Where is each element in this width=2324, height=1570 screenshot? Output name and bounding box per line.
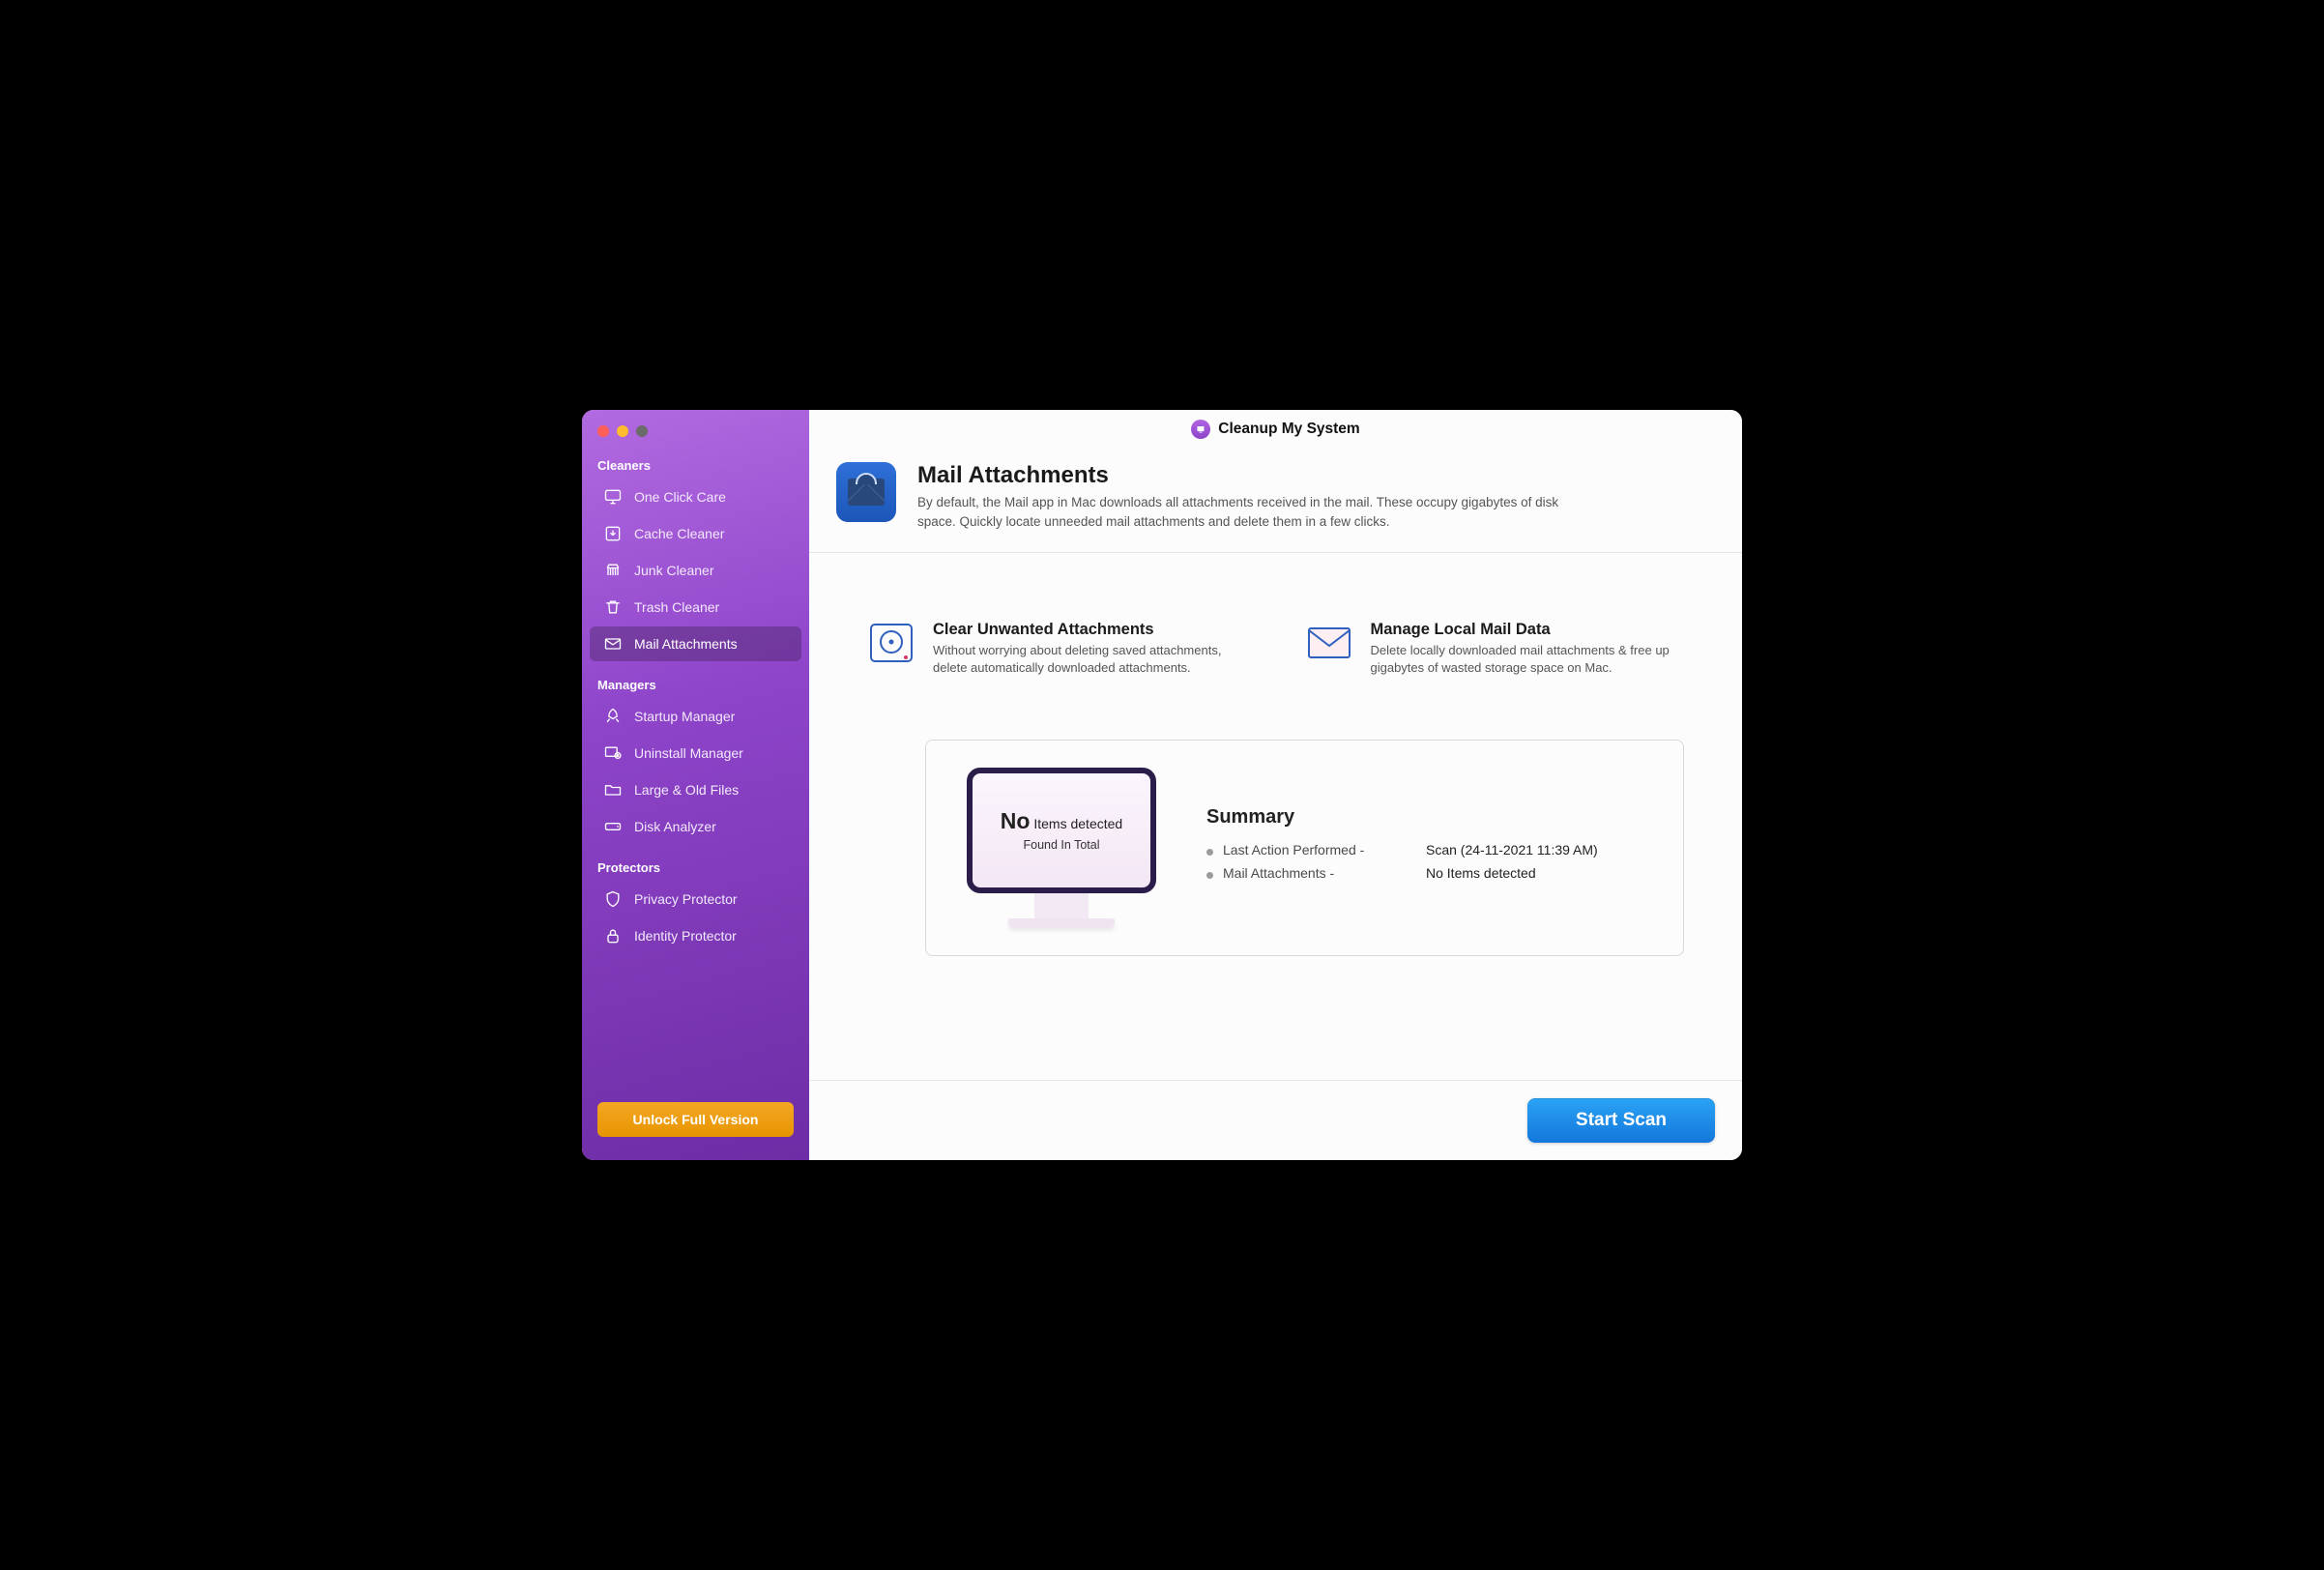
sidebar-item-identity-protector[interactable]: Identity Protector <box>590 918 801 953</box>
zoom-window-button[interactable] <box>636 425 648 437</box>
hdd-icon <box>867 621 915 665</box>
summary-row-label: Last Action Performed - <box>1223 842 1416 858</box>
page-title: Mail Attachments <box>917 462 1594 489</box>
sidebar: Cleaners One Click Care Cache Cleaner Ju… <box>582 410 809 1160</box>
sidebar-item-label: Cache Cleaner <box>634 526 724 541</box>
sidebar-item-label: Mail Attachments <box>634 636 738 652</box>
sidebar-item-one-click-care[interactable]: One Click Care <box>590 480 801 514</box>
sidebar-item-startup-manager[interactable]: Startup Manager <box>590 699 801 734</box>
app-logo-icon <box>1191 420 1210 439</box>
disk-icon <box>603 817 623 836</box>
feature-description: Delete locally downloaded mail attachmen… <box>1371 642 1685 677</box>
rocket-icon <box>603 707 623 726</box>
sidebar-section-managers: Managers <box>582 674 809 698</box>
summary-row-value: Scan (24-11-2021 11:39 AM) <box>1426 842 1598 858</box>
close-window-button[interactable] <box>597 425 609 437</box>
summary-info: Summary Last Action Performed - Scan (24… <box>1206 806 1644 888</box>
lock-icon <box>603 926 623 945</box>
sidebar-item-mail-attachments[interactable]: Mail Attachments <box>590 626 801 661</box>
sidebar-item-label: Disk Analyzer <box>634 819 716 834</box>
feature-title: Clear Unwanted Attachments <box>933 621 1247 639</box>
monitor-subline: Found In Total <box>1024 838 1100 852</box>
sidebar-section-cleaners: Cleaners <box>582 454 809 479</box>
sidebar-item-label: One Click Care <box>634 489 726 505</box>
mail-attachments-hero-icon <box>836 462 896 522</box>
summary-row-last-action: Last Action Performed - Scan (24-11-2021… <box>1206 842 1644 858</box>
sidebar-item-junk-cleaner[interactable]: Junk Cleaner <box>590 553 801 588</box>
sidebar-item-large-old-files[interactable]: Large & Old Files <box>590 772 801 807</box>
monitor-icon <box>603 487 623 507</box>
uninstall-icon <box>603 743 623 763</box>
sidebar-item-label: Trash Cleaner <box>634 599 719 615</box>
feature-description: Without worrying about deleting saved at… <box>933 642 1247 677</box>
footer: Start Scan <box>809 1080 1742 1160</box>
sidebar-item-uninstall-manager[interactable]: Uninstall Manager <box>590 736 801 770</box>
page-header: Mail Attachments By default, the Mail ap… <box>809 449 1742 553</box>
sidebar-item-cache-cleaner[interactable]: Cache Cleaner <box>590 516 801 551</box>
sidebar-item-label: Uninstall Manager <box>634 745 743 761</box>
sidebar-item-trash-cleaner[interactable]: Trash Cleaner <box>590 590 801 625</box>
feature-manage-local: Manage Local Mail Data Delete locally do… <box>1305 621 1685 677</box>
unlock-full-version-button[interactable]: Unlock Full Version <box>597 1102 794 1137</box>
sidebar-item-disk-analyzer[interactable]: Disk Analyzer <box>590 809 801 844</box>
sidebar-item-label: Privacy Protector <box>634 891 738 907</box>
download-box-icon <box>603 524 623 543</box>
sidebar-item-privacy-protector[interactable]: Privacy Protector <box>590 882 801 916</box>
minimize-window-button[interactable] <box>617 425 628 437</box>
title-bar: Cleanup My System <box>809 410 1742 449</box>
sidebar-item-label: Identity Protector <box>634 928 737 944</box>
page-header-text: Mail Attachments By default, the Mail ap… <box>917 462 1594 531</box>
bullet-icon <box>1206 849 1213 856</box>
trash-icon <box>603 597 623 617</box>
summary-row-label: Mail Attachments - <box>1223 865 1416 881</box>
features-row: Clear Unwanted Attachments Without worry… <box>809 553 1742 715</box>
summary-row-value: No Items detected <box>1426 865 1536 881</box>
monitor-screen: No Items detected Found In Total <box>967 768 1156 893</box>
app-window: Cleaners One Click Care Cache Cleaner Ju… <box>582 410 1742 1160</box>
bullet-icon <box>1206 872 1213 879</box>
summary-card: No Items detected Found In Total Summary… <box>925 740 1684 956</box>
sidebar-item-label: Large & Old Files <box>634 782 739 798</box>
feature-clear-unwanted: Clear Unwanted Attachments Without worry… <box>867 621 1247 677</box>
sidebar-item-label: Junk Cleaner <box>634 563 714 578</box>
mail-icon <box>603 634 623 654</box>
start-scan-button[interactable]: Start Scan <box>1527 1098 1715 1143</box>
main-content: Cleanup My System Mail Attachments By de… <box>809 410 1742 1160</box>
folder-icon <box>603 780 623 800</box>
broom-icon <box>603 561 623 580</box>
sidebar-section-protectors: Protectors <box>582 857 809 881</box>
app-title: Cleanup My System <box>1218 421 1359 438</box>
envelope-icon <box>1305 621 1353 665</box>
shield-icon <box>603 889 623 909</box>
summary-row-mail-attachments: Mail Attachments - No Items detected <box>1206 865 1644 881</box>
monitor-headline: No Items detected <box>1001 808 1122 834</box>
feature-title: Manage Local Mail Data <box>1371 621 1685 639</box>
summary-title: Summary <box>1206 806 1644 829</box>
page-description: By default, the Mail app in Mac download… <box>917 493 1594 531</box>
window-controls <box>582 422 809 454</box>
summary-monitor-graphic: No Items detected Found In Total <box>965 768 1158 928</box>
sidebar-item-label: Startup Manager <box>634 709 735 724</box>
